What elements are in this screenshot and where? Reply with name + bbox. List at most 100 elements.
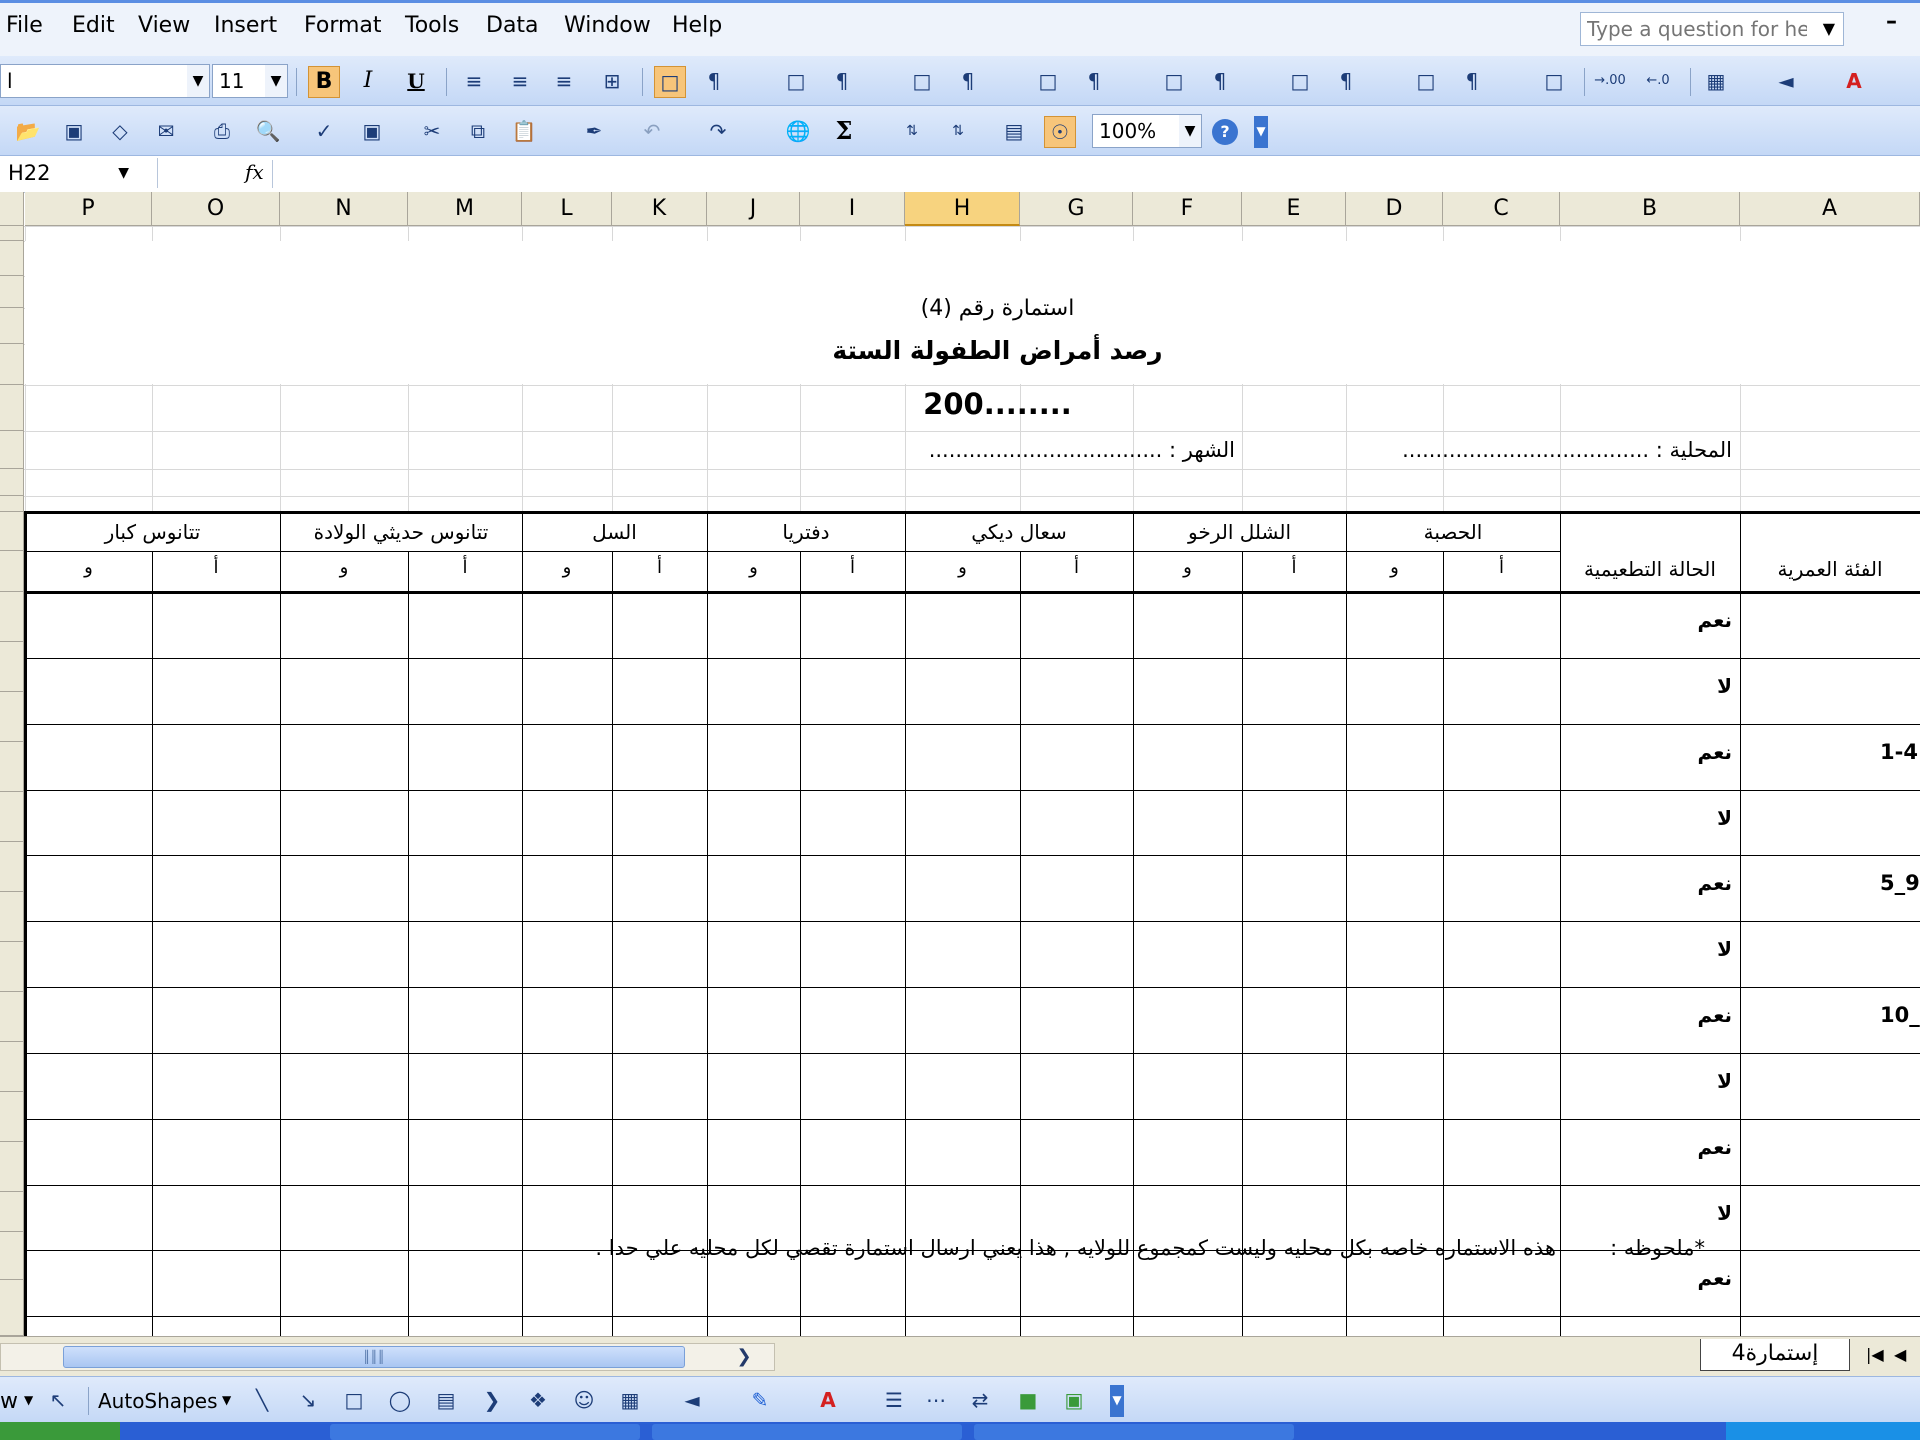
align-right-icon[interactable]: ≡ — [548, 66, 580, 98]
row-header[interactable] — [0, 241, 24, 276]
arrow-style-icon[interactable]: ⇄ — [964, 1385, 996, 1417]
open-folder-icon[interactable]: 📂 — [12, 116, 44, 148]
taskbar-button[interactable] — [974, 1424, 1294, 1440]
merge-center-icon[interactable]: ⊞ — [596, 66, 628, 98]
month-field[interactable]: الشهر : ................................… — [880, 438, 1235, 462]
research-icon[interactable]: ▣ — [356, 116, 388, 148]
chevron-down-icon[interactable]: ▼ — [24, 1393, 33, 1407]
paragraph-direction-icon[interactable]: ¶ — [952, 66, 984, 98]
row-header[interactable] — [0, 1092, 24, 1142]
increase-decimal-icon[interactable]: →.00 — [1594, 66, 1626, 98]
row-header[interactable] — [0, 344, 24, 385]
column-header-n[interactable]: N — [280, 192, 408, 226]
menu-insert[interactable]: Insert — [214, 13, 277, 38]
column-header-b[interactable]: B — [1560, 192, 1740, 226]
autoshapes-menu[interactable]: AutoShapes — [98, 1389, 217, 1413]
column-header-d[interactable]: D — [1346, 192, 1443, 226]
font-name-combo[interactable]: l ▼ — [0, 64, 210, 98]
chevron-down-icon[interactable]: ▼ — [118, 158, 129, 188]
first-sheet-icon[interactable]: |◀ — [1866, 1345, 1884, 1364]
fill-color-icon[interactable]: ◄ — [676, 1385, 708, 1417]
minimize-workbook-button[interactable]: – — [1886, 9, 1897, 34]
column-header-f[interactable]: F — [1133, 192, 1242, 226]
rtl-icon[interactable]: □ — [654, 66, 686, 98]
paragraph-direction-icon[interactable]: ¶ — [1204, 66, 1236, 98]
row-header[interactable] — [0, 551, 24, 592]
rtl-icon[interactable]: □ — [1538, 66, 1570, 98]
textbox-icon[interactable]: ▤ — [430, 1385, 462, 1417]
row-header[interactable] — [0, 642, 24, 692]
prev-sheet-icon[interactable]: ◀ — [1894, 1345, 1906, 1364]
align-left-icon[interactable]: ≡ — [458, 66, 490, 98]
save-icon[interactable]: ▣ — [58, 116, 90, 148]
spelling-icon[interactable]: ✓ — [308, 116, 340, 148]
column-header-h[interactable]: H — [905, 192, 1020, 226]
undo-icon[interactable]: ↶ — [636, 116, 668, 148]
chevron-down-icon[interactable]: ▼ — [1823, 19, 1835, 38]
row-header[interactable] — [0, 892, 24, 942]
menu-format[interactable]: Format — [304, 13, 382, 38]
menu-file[interactable]: File — [6, 13, 43, 38]
column-header-p[interactable]: P — [25, 192, 152, 226]
spreadsheet-grid[interactable]: PONMLKJIHGFEDCBA استمارة رقم (4) رصد أمر… — [0, 192, 1920, 1336]
column-header-e[interactable]: E — [1242, 192, 1346, 226]
draw-menu[interactable]: w — [0, 1389, 18, 1414]
row-header[interactable] — [0, 1142, 24, 1192]
clipart-icon[interactable]: ☺ — [568, 1385, 600, 1417]
locality-field[interactable]: المحلية : ..............................… — [1330, 438, 1732, 462]
diagram-icon[interactable]: ❖ — [522, 1385, 554, 1417]
permission-icon[interactable]: ◇ — [104, 116, 136, 148]
row-header[interactable] — [0, 1192, 24, 1232]
row-header[interactable] — [0, 276, 24, 308]
horizontal-scrollbar[interactable]: ║║║ ❯ — [0, 1343, 775, 1371]
row-header[interactable] — [0, 692, 24, 742]
rtl-icon[interactable]: □ — [1284, 66, 1316, 98]
paragraph-direction-icon[interactable]: ¶ — [698, 66, 730, 98]
sort-ascending-icon[interactable]: ⇅ — [896, 116, 928, 148]
column-header-l[interactable]: L — [522, 192, 612, 226]
select-objects-icon[interactable]: ↖ — [42, 1385, 74, 1417]
email-icon[interactable]: ✉ — [150, 116, 182, 148]
column-header-j[interactable]: J — [707, 192, 800, 226]
toolbar-options-icon[interactable]: ▼ — [1110, 1385, 1124, 1417]
decrease-decimal-icon[interactable]: ←.0 — [1642, 66, 1674, 98]
row-header[interactable] — [0, 1280, 24, 1336]
chevron-down-icon[interactable]: ▼ — [265, 65, 287, 97]
hyperlink-icon[interactable]: 🌐 — [782, 116, 814, 148]
bold-button[interactable]: B — [308, 66, 340, 98]
name-box[interactable]: H22 ▼ — [0, 158, 158, 188]
row-header[interactable] — [0, 842, 24, 892]
redo-icon[interactable]: ↷ — [702, 116, 734, 148]
line-icon[interactable]: ╲ — [246, 1385, 278, 1417]
row-header[interactable] — [0, 385, 24, 431]
sheet-tab[interactable]: إستمارة4 — [1700, 1339, 1850, 1371]
column-header-k[interactable]: K — [612, 192, 707, 226]
oval-icon[interactable]: ◯ — [384, 1385, 416, 1417]
autosum-icon[interactable]: Σ — [828, 116, 860, 148]
row-header[interactable] — [0, 942, 24, 992]
line-color-icon[interactable]: ✎ — [744, 1385, 776, 1417]
row-header[interactable] — [0, 496, 24, 512]
rtl-icon[interactable]: □ — [1158, 66, 1190, 98]
start-button[interactable] — [0, 1422, 120, 1440]
scroll-thumb[interactable]: ║║║ — [63, 1346, 685, 1368]
shadow-icon[interactable]: ■ — [1012, 1385, 1044, 1417]
paragraph-direction-icon[interactable]: ¶ — [1330, 66, 1362, 98]
rtl-icon[interactable]: □ — [1032, 66, 1064, 98]
insert-function-icon[interactable]: fx — [245, 160, 264, 184]
rtl-icon[interactable]: □ — [906, 66, 938, 98]
rtl-icon[interactable]: □ — [780, 66, 812, 98]
scroll-right-icon[interactable]: ❯ — [729, 1346, 759, 1368]
zoom-combo[interactable]: 100% ▼ — [1092, 114, 1202, 148]
chart-wizard-icon[interactable]: ▤ — [998, 116, 1030, 148]
toolbar-options-icon[interactable]: ▼ — [1254, 116, 1268, 148]
wordart-icon[interactable]: ❯ — [476, 1385, 508, 1417]
help-question-input[interactable] — [1581, 13, 1809, 45]
column-header-m[interactable]: M — [408, 192, 522, 226]
font-color-icon[interactable]: A — [812, 1385, 844, 1417]
borders-icon[interactable]: ▦ — [1700, 66, 1732, 98]
help-icon[interactable]: ? — [1212, 119, 1238, 145]
print-icon[interactable]: ⎙ — [206, 116, 238, 148]
menu-help[interactable]: Help — [672, 13, 722, 38]
format-painter-icon[interactable]: ✒ — [578, 116, 610, 148]
